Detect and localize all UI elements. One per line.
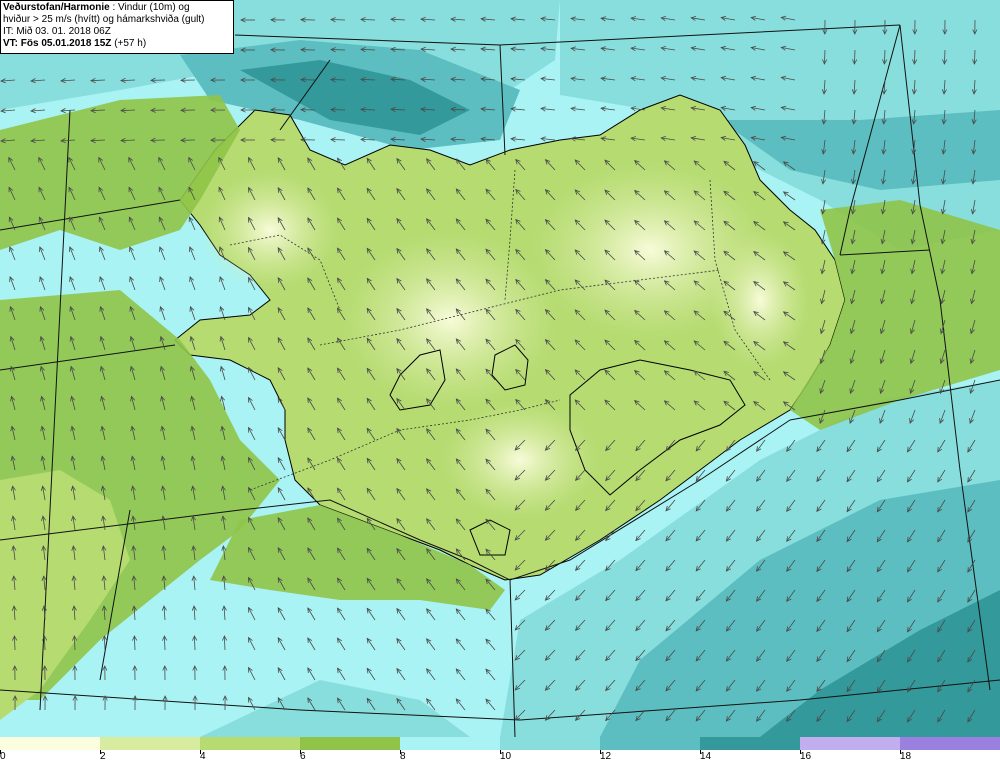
- legend-tick-label: 6: [300, 751, 306, 762]
- legend-tick-label: 0: [0, 751, 6, 762]
- product-title: : Vindur (10m) og: [112, 2, 190, 13]
- legend-swatch: [100, 737, 200, 750]
- legend-tick-label: 12: [600, 751, 612, 762]
- wind-arrow: [330, 49, 346, 51]
- legend-swatch: [500, 737, 600, 750]
- color-legend: 0 2 4 6 8 10 12 14 16 18: [0, 737, 1000, 764]
- valid-time-line: VT: Fös 05.01.2018 15Z (+57 h): [3, 38, 231, 50]
- wind-map-svg: [0, 0, 1000, 737]
- map-info-box: Veðurstofan/Harmonie : Vindur (10m) og h…: [0, 0, 234, 54]
- legend-tick-label: 8: [400, 751, 406, 762]
- legend-swatch: [900, 737, 1000, 750]
- valid-time: VT: Fös 05.01.2018 15Z: [3, 38, 112, 49]
- wind-arrow: [330, 79, 346, 81]
- calm-area-west: [200, 170, 340, 290]
- wind-arrow: [330, 139, 346, 141]
- calm-area-east: [710, 230, 810, 370]
- legend-tick-label: 16: [800, 751, 812, 762]
- legend-tick-label: 10: [500, 751, 512, 762]
- legend-tick-label: 18: [900, 751, 912, 762]
- initial-time: IT: Mið 03. 01. 2018 06Z: [3, 26, 111, 37]
- forecast-hour: (+57 h): [114, 38, 147, 49]
- forecast-map: Veðurstofan/Harmonie : Vindur (10m) og h…: [0, 0, 1000, 737]
- wind-arrow: [330, 19, 346, 21]
- legend-swatch: [400, 737, 500, 750]
- legend-swatch: [600, 737, 700, 750]
- legend-swatch: [200, 737, 300, 750]
- model-source: Veðurstofan/Harmonie: [3, 2, 110, 13]
- legend-tick-label: 4: [200, 751, 206, 762]
- legend-swatch: [800, 737, 900, 750]
- calm-area-south: [440, 400, 600, 520]
- legend-tick-label: 2: [100, 751, 106, 762]
- wind-arrow: [330, 109, 346, 111]
- legend-swatch: [0, 737, 100, 750]
- info-title-line: Veðurstofan/Harmonie : Vindur (10m) og: [3, 2, 231, 14]
- legend-swatch: [300, 737, 400, 750]
- legend-swatch: [700, 737, 800, 750]
- product-description: hviður > 25 m/s (hvítt) og hámarkshviða …: [3, 14, 205, 25]
- legend-tick-label: 14: [700, 751, 712, 762]
